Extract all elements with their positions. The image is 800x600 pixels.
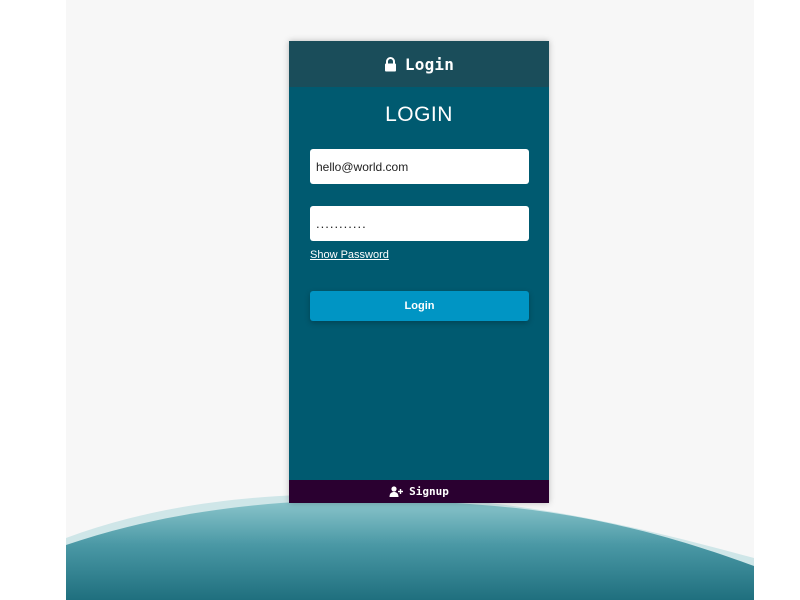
show-password-link[interactable]: Show Password	[310, 249, 389, 261]
form-heading: LOGIN	[385, 103, 453, 126]
lock-icon	[384, 56, 397, 72]
signup-button[interactable]: Signup	[289, 480, 549, 503]
header-title: Login	[404, 54, 455, 74]
user-plus-icon	[389, 486, 404, 497]
login-button[interactable]: Login	[310, 291, 529, 321]
signup-label: Signup	[409, 485, 449, 498]
email-field[interactable]	[310, 149, 529, 184]
background-stage: Login LOGIN Show Password Login Signup	[66, 0, 754, 600]
login-panel: Login LOGIN Show Password Login Signup	[289, 41, 549, 503]
password-field[interactable]	[310, 206, 529, 241]
panel-header: Login	[289, 41, 549, 87]
